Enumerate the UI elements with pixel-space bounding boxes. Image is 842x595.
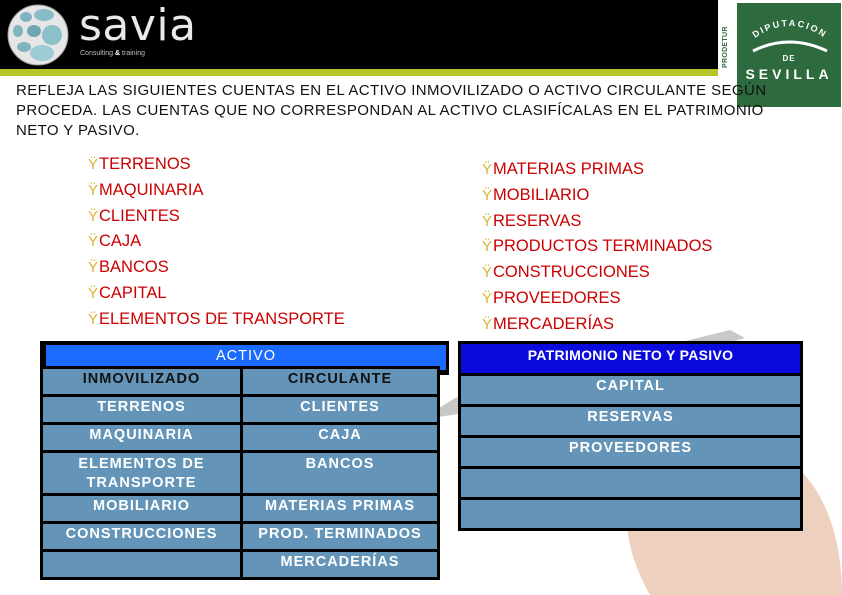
bullet-icon: Ÿ bbox=[482, 212, 493, 230]
account-item: ŸMATERIAS PRIMAS bbox=[482, 157, 712, 183]
circulante-cell[interactable]: PROD. TERMINADOS bbox=[240, 521, 440, 552]
column-header-circulante: CIRCULANTE bbox=[240, 366, 440, 397]
account-item: ŸRESERVAS bbox=[482, 209, 712, 235]
account-item: ŸCAPITAL bbox=[88, 281, 345, 307]
table-row bbox=[458, 466, 803, 500]
bullet-icon: Ÿ bbox=[88, 156, 99, 173]
savia-logo-icon bbox=[7, 4, 69, 66]
account-label: CAJA bbox=[99, 232, 142, 251]
tagline-suffix: training bbox=[122, 50, 146, 57]
account-label: MOBILIARIO bbox=[493, 185, 590, 204]
account-item: ŸELEMENTOS DE TRANSPORTE bbox=[88, 307, 345, 333]
bullet-icon: Ÿ bbox=[88, 233, 99, 251]
bullet-icon: Ÿ bbox=[88, 207, 99, 225]
table-row: CONSTRUCCIONES PROD. TERMINADOS bbox=[40, 521, 440, 552]
table-row: PROVEEDORES bbox=[458, 435, 803, 469]
account-label: MATERIAS PRIMAS bbox=[493, 160, 644, 178]
bullet-icon: Ÿ bbox=[482, 264, 493, 282]
account-label: TERRENOS bbox=[99, 155, 191, 173]
account-label: PRODUCTOS TERMINADOS bbox=[493, 237, 713, 256]
table-row: CAPITAL bbox=[458, 373, 803, 407]
table-row bbox=[458, 497, 803, 531]
instruction-text: REFLEJA LAS SIGUIENTES CUENTAS EN EL ACT… bbox=[16, 82, 767, 139]
accounts-list-left: ŸTERRENOS ŸMAQUINARIA ŸCLIENTES ŸCAJA ŸB… bbox=[88, 152, 345, 333]
svg-text:DIPUTACION: DIPUTACION bbox=[751, 18, 830, 40]
account-label: BANCOS bbox=[99, 258, 169, 277]
account-label: CONSTRUCCIONES bbox=[493, 263, 650, 282]
bullet-icon: Ÿ bbox=[482, 161, 493, 178]
activo-table: INMOVILIZADO CIRCULANTE TERRENOS CLIENTE… bbox=[40, 366, 440, 580]
bullet-icon: Ÿ bbox=[482, 238, 493, 256]
partner-sevilla: SEVILLA bbox=[745, 66, 833, 82]
account-item: ŸPRODUCTOS TERMINADOS bbox=[482, 234, 712, 260]
pn-cell[interactable]: PROVEEDORES bbox=[458, 435, 803, 469]
table-row: RESERVAS bbox=[458, 404, 803, 438]
account-label: PROVEEDORES bbox=[493, 288, 621, 307]
account-item: ŸMAQUINARIA bbox=[88, 178, 345, 204]
account-item: ŸMOBILIARIO bbox=[482, 183, 712, 209]
pn-cell[interactable] bbox=[458, 497, 803, 531]
account-item: ŸCAJA bbox=[88, 229, 345, 255]
table-row: MOBILIARIO MATERIAS PRIMAS bbox=[40, 493, 440, 524]
column-header-inmovilizado: INMOVILIZADO bbox=[40, 366, 243, 397]
pn-cell[interactable]: RESERVAS bbox=[458, 404, 803, 438]
pn-title: PATRIMONIO NETO Y PASIVO bbox=[458, 341, 803, 376]
inmovilizado-cell[interactable] bbox=[40, 549, 243, 580]
table-row: ELEMENTOS DE TRANSPORTE BANCOS bbox=[40, 450, 440, 496]
circulante-cell[interactable]: MERCADERÍAS bbox=[240, 549, 440, 580]
inmovilizado-cell[interactable]: MOBILIARIO bbox=[40, 493, 243, 524]
bullet-icon: Ÿ bbox=[482, 289, 493, 307]
account-label: CAPITAL bbox=[99, 283, 167, 302]
tagline-prefix: Consulting bbox=[80, 50, 114, 57]
accounts-list-right: ŸMATERIAS PRIMAS ŸMOBILIARIO ŸRESERVAS Ÿ… bbox=[482, 157, 712, 338]
inmovilizado-cell[interactable]: ELEMENTOS DE TRANSPORTE bbox=[40, 450, 243, 496]
partner-de: DE bbox=[782, 54, 796, 63]
table-row: TERRENOS CLIENTES bbox=[40, 394, 440, 425]
inmovilizado-cell[interactable]: TERRENOS bbox=[40, 394, 243, 425]
bullet-icon: Ÿ bbox=[482, 186, 493, 204]
circulante-cell[interactable]: MATERIAS PRIMAS bbox=[240, 493, 440, 524]
tagline-amp: & bbox=[115, 50, 121, 57]
pn-cell[interactable] bbox=[458, 466, 803, 500]
account-label: MAQUINARIA bbox=[99, 180, 204, 199]
prodetur-label: PRODETUR bbox=[722, 26, 729, 68]
bullet-icon: Ÿ bbox=[88, 284, 99, 302]
bullet-icon: Ÿ bbox=[88, 181, 99, 199]
account-item: ŸMERCADERÍAS bbox=[482, 312, 712, 338]
circulante-cell[interactable]: CLIENTES bbox=[240, 394, 440, 425]
account-label: MERCADERÍAS bbox=[493, 314, 615, 333]
table-row: MERCADERÍAS bbox=[40, 549, 440, 580]
header-accent-stripe bbox=[0, 69, 718, 76]
account-item: ŸCONSTRUCCIONES bbox=[482, 260, 712, 286]
table-header-row: INMOVILIZADO CIRCULANTE bbox=[40, 366, 440, 397]
account-item: ŸCLIENTES bbox=[88, 204, 345, 230]
account-item: ŸBANCOS bbox=[88, 255, 345, 281]
account-item: ŸTERRENOS bbox=[88, 152, 345, 178]
patrimonio-neto-pasivo-table: PATRIMONIO NETO Y PASIVO CAPITAL RESERVA… bbox=[458, 341, 803, 531]
circulante-cell[interactable]: BANCOS bbox=[240, 450, 440, 496]
bullet-icon: Ÿ bbox=[88, 310, 99, 328]
account-label: RESERVAS bbox=[493, 211, 582, 230]
inmovilizado-cell[interactable]: MAQUINARIA bbox=[40, 422, 243, 453]
pn-cell[interactable]: CAPITAL bbox=[458, 373, 803, 407]
brand-tagline: Consulting & training bbox=[80, 50, 145, 57]
bullet-icon: Ÿ bbox=[88, 259, 99, 277]
account-item: ŸPROVEEDORES bbox=[482, 286, 712, 312]
inmovilizado-cell[interactable]: CONSTRUCCIONES bbox=[40, 521, 243, 552]
table-row: MAQUINARIA CAJA bbox=[40, 422, 440, 453]
account-label: ELEMENTOS DE TRANSPORTE bbox=[99, 309, 345, 328]
bullet-icon: Ÿ bbox=[482, 315, 493, 333]
table-header-row: PATRIMONIO NETO Y PASIVO bbox=[458, 341, 803, 376]
circulante-cell[interactable]: CAJA bbox=[240, 422, 440, 453]
brand-name: savia bbox=[79, 0, 197, 51]
account-label: CLIENTES bbox=[99, 206, 180, 225]
